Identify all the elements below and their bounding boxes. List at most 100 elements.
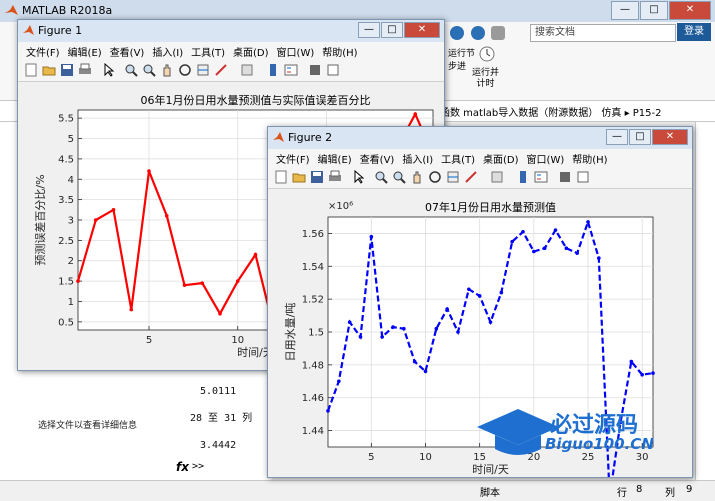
y-tick-label: 1.52 [302, 295, 324, 306]
watermark-url: Biguo100.CN [545, 435, 654, 453]
maximize-button[interactable]: □ [381, 22, 403, 38]
legend-icon[interactable] [534, 170, 548, 184]
menu-edit[interactable]: 编辑(E) [318, 151, 352, 166]
close-button[interactable]: ✕ [404, 22, 440, 38]
command-prompt[interactable]: >> [192, 461, 204, 472]
menu-edit[interactable]: 编辑(E) [68, 44, 102, 59]
matlab-title: MATLAB R2018a [22, 4, 113, 17]
y-tick-label: 4.5 [58, 154, 74, 165]
run-time-icon[interactable] [478, 44, 496, 64]
forward-icon[interactable] [470, 26, 485, 40]
data-point [629, 359, 634, 364]
current-path[interactable]: 函数 matlab导入数据（附源数据） 仿真 ▸ P15-2 [440, 104, 662, 119]
back-icon[interactable] [450, 26, 464, 40]
x-tick-label: 5 [146, 335, 152, 346]
figure1-titlebar[interactable]: Figure 1 — □ ✕ [18, 20, 444, 43]
zoom-in-icon[interactable] [124, 63, 138, 77]
pan-icon[interactable] [410, 170, 424, 184]
fx-icon[interactable]: fx [176, 460, 189, 474]
data-point [651, 371, 655, 375]
new-icon[interactable] [24, 63, 38, 77]
figure-logo-icon [23, 25, 34, 35]
command-output: 5.0111 28 至 31 列 3.4442 [190, 378, 252, 459]
menu-window[interactable]: 窗口(W) [277, 44, 315, 59]
close-button[interactable]: ✕ [669, 1, 711, 20]
show-tools-icon[interactable] [576, 170, 590, 184]
menu-view[interactable]: 查看(V) [110, 44, 145, 59]
data-point [402, 326, 406, 331]
data-point [499, 290, 504, 295]
maximize-button[interactable]: □ [640, 1, 668, 20]
menu-view[interactable]: 查看(V) [360, 151, 395, 166]
figure2-titlebar[interactable]: Figure 2 — □ ✕ [268, 127, 692, 150]
link-icon[interactable] [240, 63, 254, 77]
data-point [413, 112, 418, 116]
figure2-toolbar [268, 166, 692, 189]
help-icon[interactable] [491, 26, 505, 40]
legend-icon[interactable] [284, 63, 298, 77]
edit-plot-icon[interactable] [102, 63, 116, 77]
menu-insert[interactable]: 插入(I) [152, 44, 183, 59]
new-icon[interactable] [274, 170, 288, 184]
data-cursor-icon[interactable] [446, 170, 460, 184]
hide-tools-icon[interactable] [308, 63, 322, 77]
zoom-out-icon[interactable] [392, 170, 406, 184]
x-axis-label: 时间/天 [472, 463, 509, 476]
ribbon-run-section[interactable]: 运行节 步进 [448, 48, 475, 74]
close-button[interactable]: ✕ [652, 129, 688, 145]
colorbar-icon[interactable] [266, 63, 280, 77]
matlab-window-controls: — □ ✕ [610, 1, 711, 20]
hide-tools-icon[interactable] [558, 170, 572, 184]
data-point [467, 287, 471, 292]
menu-tools[interactable]: 工具(T) [191, 44, 225, 59]
minimize-button[interactable]: — [358, 22, 380, 38]
link-icon[interactable] [490, 170, 504, 184]
data-point [434, 326, 439, 331]
menu-desktop[interactable]: 桌面(D) [233, 44, 269, 59]
menu-help[interactable]: 帮助(H) [322, 44, 357, 59]
data-cursor-icon[interactable] [196, 63, 210, 77]
menu-desktop[interactable]: 桌面(D) [483, 151, 519, 166]
y-axis-label: 预测误差百分比/% [33, 174, 47, 265]
save-icon[interactable] [310, 170, 324, 184]
x-tick-label: 5 [368, 452, 374, 463]
data-point [253, 252, 258, 257]
y-tick-label: 5 [68, 134, 74, 145]
open-icon[interactable] [42, 63, 56, 77]
print-icon[interactable] [78, 63, 92, 77]
show-tools-icon[interactable] [326, 63, 340, 77]
zoom-out-icon[interactable] [142, 63, 156, 77]
data-point [532, 249, 536, 254]
brush-icon[interactable] [214, 63, 228, 77]
menu-file[interactable]: 文件(F) [26, 44, 60, 59]
doc-search-input[interactable]: 搜索文档 [530, 24, 676, 42]
data-point [347, 320, 352, 324]
menu-file[interactable]: 文件(F) [276, 151, 310, 166]
pan-icon[interactable] [160, 63, 174, 77]
figure1-menubar: 文件(F) 编辑(E) 查看(V) 插入(I) 工具(T) 桌面(D) 窗口(W) 帮助(H) [18, 42, 444, 59]
menu-help[interactable]: 帮助(H) [572, 151, 607, 166]
figure2-menubar: 文件(F) 编辑(E) 查看(V) 插入(I) 工具(T) 桌面(D) 窗口(W) 帮助(H) [268, 149, 692, 166]
menu-insert[interactable]: 插入(I) [402, 151, 433, 166]
colorbar-icon[interactable] [516, 170, 530, 184]
open-icon[interactable] [292, 170, 306, 184]
data-point [111, 208, 116, 212]
y-tick-label: 1.5 [308, 328, 324, 339]
zoom-in-icon[interactable] [374, 170, 388, 184]
minimize-button[interactable]: — [606, 129, 628, 145]
minimize-button[interactable]: — [611, 1, 639, 20]
y-axis-label: 日用水量/吨 [284, 303, 297, 362]
rotate-icon[interactable] [428, 170, 442, 184]
print-icon[interactable] [328, 170, 342, 184]
run-and-time-button[interactable]: 运行并 计时 [472, 68, 499, 90]
maximize-button[interactable]: □ [629, 129, 651, 145]
save-icon[interactable] [60, 63, 74, 77]
menu-tools[interactable]: 工具(T) [441, 151, 475, 166]
login-button[interactable]: 登录 [677, 23, 711, 41]
edit-plot-icon[interactable] [352, 170, 366, 184]
brush-icon[interactable] [464, 170, 478, 184]
x-tick-label: 25 [582, 452, 595, 463]
menu-window[interactable]: 窗口(W) [527, 151, 565, 166]
rotate-icon[interactable] [178, 63, 192, 77]
data-point [488, 320, 493, 324]
